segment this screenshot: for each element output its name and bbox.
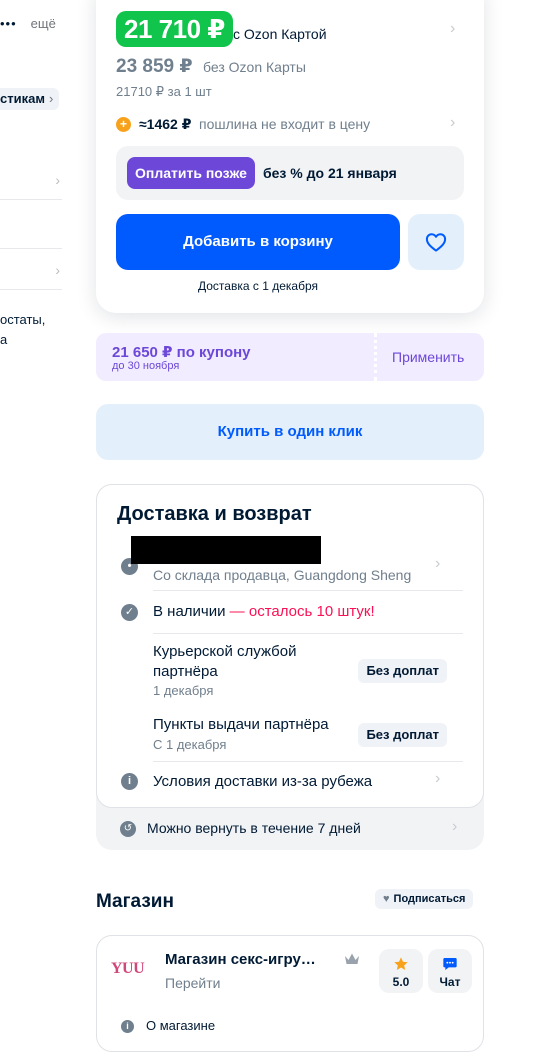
buy-one-click-button[interactable]: Купить в один клик bbox=[96, 404, 484, 460]
pickup-date: С 1 декабря bbox=[153, 737, 227, 752]
chevron-right-icon: › bbox=[55, 262, 60, 278]
chevron-right-icon: › bbox=[48, 91, 54, 106]
courier-option: Курьерской службой партнёра bbox=[153, 642, 296, 682]
chat-button[interactable]: Чат bbox=[428, 949, 472, 993]
check-circle-icon: ✓ bbox=[121, 604, 138, 621]
duty-value: ≈1462 ₽ bbox=[139, 116, 192, 132]
coupon-price: 21 650 ₽ по купону bbox=[112, 344, 251, 361]
favorite-button[interactable] bbox=[408, 214, 464, 270]
shop-title: Магазин bbox=[96, 891, 174, 912]
pickup-option: Пункты выдачи партнёра bbox=[153, 716, 329, 733]
subscribe-label: Подписаться bbox=[393, 893, 466, 905]
pickup-free-badge: Без доплат bbox=[358, 723, 447, 747]
courier-date: 1 декабря bbox=[153, 683, 214, 698]
chevron-right-icon[interactable]: › bbox=[452, 818, 457, 836]
ozon-card-label: с Ozon Картой bbox=[233, 26, 327, 42]
add-to-cart-button[interactable]: Добавить в корзину bbox=[116, 214, 400, 270]
left-column: ••• ещё стикам › › › остаты, а bbox=[0, 0, 70, 400]
pay-later-button[interactable]: Оплатить позже bbox=[127, 157, 255, 189]
coupon-expiry: до 30 ноября bbox=[112, 360, 180, 372]
regular-price: 23 859 ₽ bbox=[116, 56, 193, 77]
more-label: ещё bbox=[30, 16, 56, 31]
divider bbox=[153, 590, 463, 591]
return-policy[interactable]: Можно вернуть в течение 7 дней bbox=[147, 820, 361, 836]
rating-value: 5.0 bbox=[392, 975, 410, 989]
abroad-conditions-link[interactable]: Условия доставки из-за рубежа bbox=[153, 773, 372, 790]
shop-logo[interactable]: YUU bbox=[111, 960, 145, 978]
chevron-right-icon[interactable]: › bbox=[435, 770, 440, 788]
apply-coupon-button[interactable]: Применить bbox=[392, 349, 464, 365]
chevron-right-icon[interactable]: › bbox=[450, 20, 455, 38]
courier-label-2: партнёра bbox=[153, 663, 218, 680]
left-text: остаты, а bbox=[0, 310, 45, 350]
delivery-section: Доставка и возврат • Со склада продавца,… bbox=[96, 484, 484, 850]
info-icon: i bbox=[121, 773, 138, 790]
left-row-2[interactable] bbox=[0, 209, 62, 249]
shop-name[interactable]: Магазин секс-игру… bbox=[165, 951, 316, 968]
divider bbox=[153, 761, 463, 762]
warehouse-origin: Со склада продавца, Guangdong Sheng bbox=[153, 567, 412, 583]
delivery-hint: Доставка с 1 декабря bbox=[198, 279, 318, 293]
courier-label-1: Курьерской службой bbox=[153, 643, 297, 660]
chevron-right-icon[interactable]: › bbox=[435, 555, 440, 573]
price-per-unit: 21710 ₽ за 1 шт bbox=[116, 84, 212, 99]
rating-button[interactable]: 5.0 bbox=[379, 949, 423, 993]
chip-label: стикам bbox=[0, 91, 45, 106]
shop-go-link[interactable]: Перейти bbox=[165, 975, 220, 991]
duty-text: пошлина не входит в цену bbox=[199, 116, 371, 132]
more-dots: ••• bbox=[0, 16, 17, 31]
divider bbox=[153, 633, 463, 634]
heart-icon: ♥ bbox=[383, 893, 390, 905]
coupon-divider bbox=[374, 333, 377, 381]
coupon-banner[interactable]: 21 650 ₽ по купону до 30 ноября Применит… bbox=[96, 333, 484, 381]
info-icon: i bbox=[121, 1020, 134, 1033]
chat-label: Чат bbox=[439, 975, 461, 989]
crown-icon bbox=[345, 953, 359, 964]
stock-status: В наличии — осталось 10 штук! bbox=[153, 603, 375, 620]
about-shop-link[interactable]: О магазине bbox=[146, 1018, 215, 1033]
characteristics-chip[interactable]: стикам › bbox=[0, 88, 60, 110]
redacted-address bbox=[131, 536, 321, 564]
ozon-card-price: 21 710 ₽ bbox=[116, 11, 233, 47]
return-icon: ↺ bbox=[120, 821, 136, 837]
pay-later-text: без % до 21 января bbox=[263, 165, 397, 181]
left-row-3[interactable]: › bbox=[0, 250, 62, 290]
coin-icon: + bbox=[116, 117, 131, 132]
chevron-right-icon[interactable]: › bbox=[450, 114, 455, 132]
stock-left-label: — осталось 10 штук! bbox=[225, 603, 375, 620]
pay-later-box[interactable]: Оплатить позже без % до 21 января bbox=[116, 146, 464, 200]
delivery-title: Доставка и возврат bbox=[117, 503, 312, 525]
left-row-1[interactable]: › bbox=[0, 160, 62, 200]
price-card: 21 710 ₽ с Ozon Картой › 23 859 ₽ без Oz… bbox=[96, 0, 484, 313]
in-stock-label: В наличии bbox=[153, 603, 226, 620]
left-text-line-1: остаты, bbox=[0, 312, 46, 327]
delivery-card: Доставка и возврат • Со склада продавца,… bbox=[96, 484, 484, 808]
shop-card: YUU Магазин секс-игру… Перейти 5.0 Чат i… bbox=[96, 935, 484, 1052]
regular-price-label: без Ozon Карты bbox=[203, 59, 306, 75]
chevron-right-icon: › bbox=[55, 172, 60, 188]
left-text-line-2: а bbox=[0, 332, 8, 347]
more-link[interactable]: ••• ещё bbox=[0, 16, 56, 31]
chat-icon bbox=[443, 958, 457, 970]
subscribe-button[interactable]: ♥ Подписаться bbox=[375, 889, 474, 909]
heart-icon bbox=[425, 233, 447, 252]
courier-free-badge: Без доплат bbox=[358, 659, 447, 683]
star-icon bbox=[394, 957, 408, 970]
